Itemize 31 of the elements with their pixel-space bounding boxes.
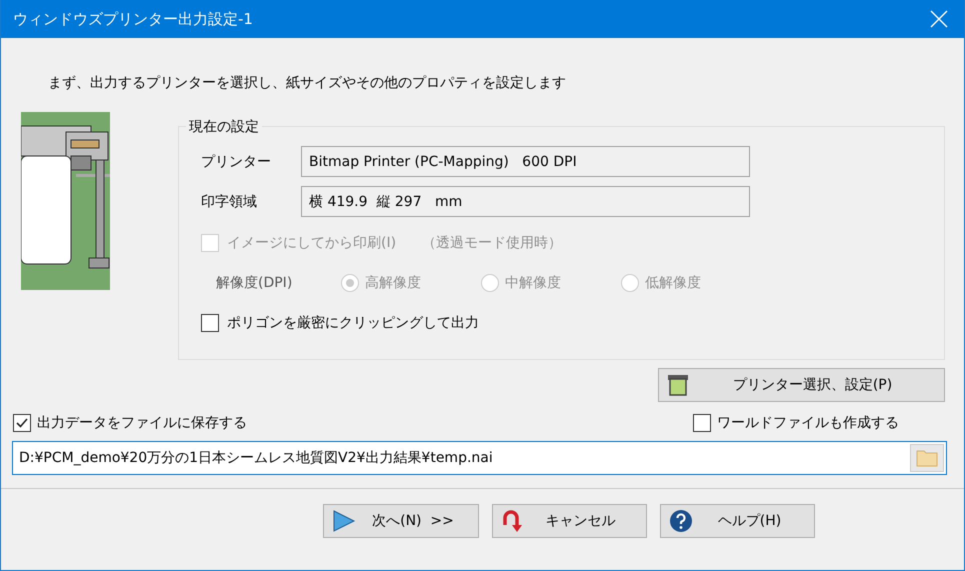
readonly-field: Bitmap Printer (PC-Mapping) 600 DPI: [301, 146, 750, 177]
window-title: ウィンドウズプリンター出力設定-1: [13, 10, 253, 28]
field-label: プリンター: [201, 152, 272, 170]
printer-icon: [667, 374, 689, 396]
radio-label: 高解像度: [365, 274, 421, 292]
radio-label: 低解像度: [645, 274, 701, 292]
undo-arrow-icon: [501, 509, 523, 533]
help-button[interactable]: ヘルプ(H): [660, 504, 815, 538]
checkbox[interactable]: [201, 314, 219, 332]
checkbox-label: イメージにしてから印刷(I): [227, 234, 396, 252]
radio-label: 中解像度: [505, 274, 561, 292]
check-icon: [15, 416, 29, 430]
field-label: 印字領域: [201, 192, 258, 210]
folder-icon: [916, 449, 938, 467]
cancel-button[interactable]: キャンセル: [492, 504, 647, 538]
instruction-text: まず、出力するプリンターを選択し、紙サイズやその他のプロパティを設定します: [48, 74, 567, 92]
play-arrow-icon: [332, 510, 356, 532]
help-icon: [669, 509, 693, 533]
readonly-field: 横 419.9 縦 297 mm: [301, 186, 750, 217]
note-text: （透過モード使用時）: [422, 234, 562, 252]
checkbox-label: ワールドファイルも作成する: [717, 414, 899, 432]
browse-button[interactable]: [910, 444, 944, 472]
checkbox-label: 出力データをファイルに保存する: [37, 414, 247, 432]
next-button[interactable]: 次へ(N) >>: [323, 504, 479, 538]
checkbox-label: ポリゴンを厳密にクリッピングして出力: [227, 314, 479, 332]
checkbox[interactable]: [693, 414, 711, 432]
printer-select-button[interactable]: プリンター選択、設定(P): [658, 368, 945, 402]
checkbox[interactable]: [13, 414, 31, 432]
resolution-label: 解像度(DPI): [216, 274, 294, 292]
group-title: 現在の設定: [186, 118, 262, 136]
output-path-field[interactable]: D:¥PCM_demo¥20万分の1日本シームレス地質図V2¥出力結果¥temp.nai: [12, 441, 947, 475]
